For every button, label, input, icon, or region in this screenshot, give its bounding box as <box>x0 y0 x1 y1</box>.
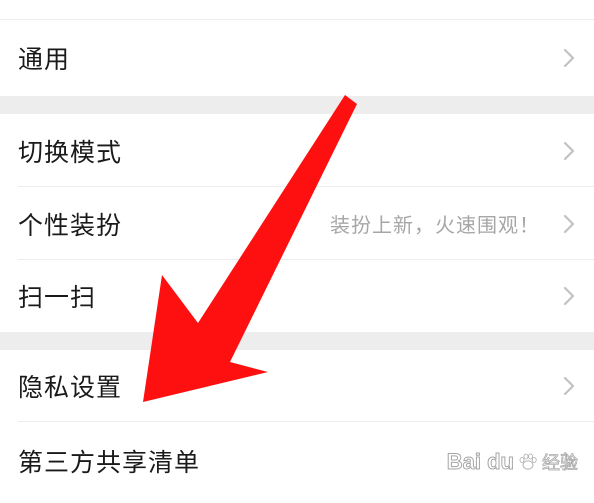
chevron-right-icon <box>562 375 576 397</box>
settings-item-scan[interactable]: 扫一扫 <box>0 260 594 332</box>
settings-item-general[interactable]: 通用 <box>0 20 594 96</box>
chevron-right-icon <box>562 285 576 307</box>
settings-item-label: 第三方共享清单 <box>18 448 201 477</box>
settings-item-label: 隐私设置 <box>18 373 123 402</box>
personalize-promo-hint: 装扮上新，火速围观！ <box>330 213 540 237</box>
settings-item-label: 个性装扮 <box>18 210 123 240</box>
chevron-right-icon <box>562 140 576 162</box>
settings-item-third-party-share[interactable]: 第三方共享清单 <box>0 422 594 500</box>
settings-screen: 通用 切换模式 个性装扮 装扮上新，火速围观！ 扫一扫 隐私设置 第三方共享清单 <box>0 0 594 503</box>
chevron-right-icon <box>562 450 576 472</box>
settings-item-privacy[interactable]: 隐私设置 <box>0 350 594 422</box>
top-strip <box>0 0 594 20</box>
settings-item-label: 通用 <box>18 45 71 74</box>
group-separator <box>0 96 594 114</box>
chevron-right-icon <box>562 213 576 235</box>
settings-item-personalize[interactable]: 个性装扮 装扮上新，火速围观！ <box>0 187 594 260</box>
settings-item-switch-mode[interactable]: 切换模式 <box>0 114 594 187</box>
group-separator <box>0 332 594 350</box>
settings-item-label: 扫一扫 <box>18 283 97 312</box>
settings-item-label: 切换模式 <box>18 137 123 167</box>
chevron-right-icon <box>562 47 576 69</box>
